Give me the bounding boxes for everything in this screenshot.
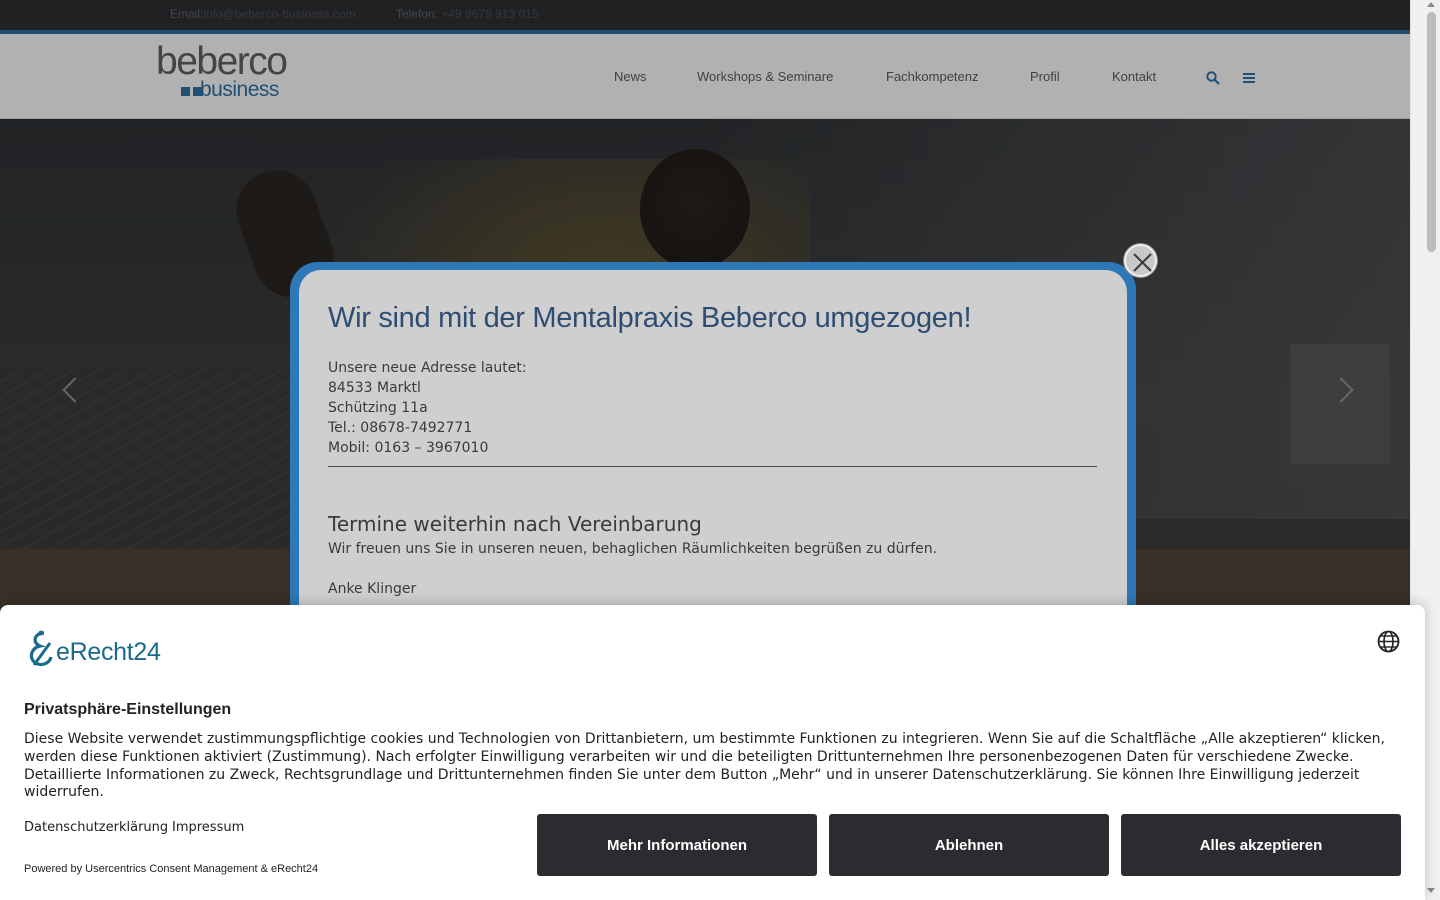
powered-by-text: Powered by Usercentrics Consent Manageme… xyxy=(24,863,319,875)
deny-button[interactable]: Ablehnen xyxy=(829,814,1109,876)
erecht24-logo: eRecht24 xyxy=(24,629,194,671)
consent-heading: Privatsphäre-Einstellungen xyxy=(24,701,232,718)
cookie-consent-banner: eRecht24 Privatsphäre-Einstellungen Dies… xyxy=(0,605,1425,900)
popup-title: Wir sind mit der Mentalpraxis Beberco um… xyxy=(328,302,972,334)
consent-body-text: Diese Website verwendet zustimmungspflic… xyxy=(24,731,1385,801)
popup-subtitle: Termine weiterhin nach Vereinbarung xyxy=(328,512,702,536)
privacy-policy-link[interactable]: Datenschutzerklärung xyxy=(24,820,168,835)
popup-signature: Anke Klinger xyxy=(328,581,417,597)
language-globe-icon[interactable] xyxy=(1377,630,1400,657)
address-mobile: Mobil: 0163 – 3967010 xyxy=(328,440,489,456)
address-street: Schützing 11a xyxy=(328,400,428,416)
popup-close-button[interactable] xyxy=(1124,244,1157,277)
address-intro: Unsere neue Adresse lautet: xyxy=(328,360,527,376)
imprint-link[interactable]: Impressum xyxy=(172,820,244,835)
scroll-up-arrow-icon[interactable] xyxy=(1427,2,1435,7)
address-city: 84533 Marktl xyxy=(328,380,421,396)
popup-paragraph: Wir freuen uns Sie in unseren neuen, beh… xyxy=(328,541,938,557)
address-phone: Tel.: 08678-7492771 xyxy=(328,420,473,436)
popup-divider xyxy=(328,466,1097,467)
accept-all-button[interactable]: Alles akzeptieren xyxy=(1121,814,1401,876)
close-icon xyxy=(1133,253,1152,272)
erecht24-logo-text: eRecht24 xyxy=(56,638,161,666)
scrollbar-thumb[interactable] xyxy=(1427,12,1436,252)
erecht24-logo-icon xyxy=(29,630,53,667)
scroll-down-arrow-icon[interactable] xyxy=(1427,888,1435,893)
more-information-button[interactable]: Mehr Informationen xyxy=(537,814,817,876)
